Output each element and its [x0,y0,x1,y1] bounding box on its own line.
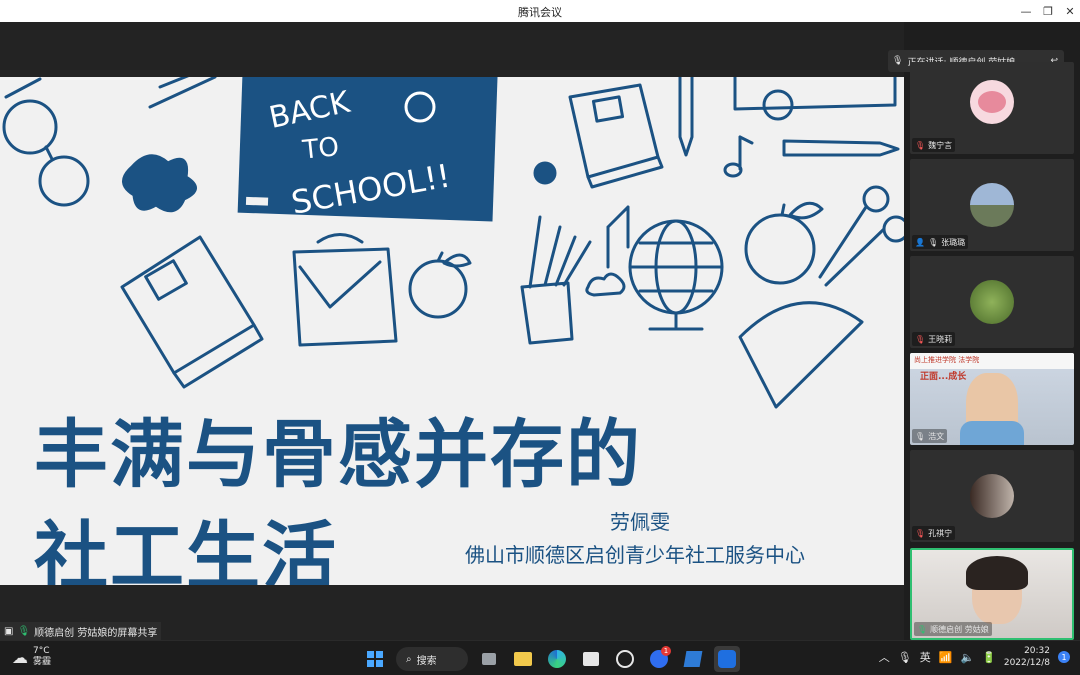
avatar [970,80,1014,124]
avatar [970,474,1014,518]
presentation-slide: BACK TO SCHOOL!! 丰满与骨感并存的 社工生活 劳佩雯 佛山市顺德… [0,77,904,585]
participant-tile-4[interactable]: 尚上推进学院 法学院 正面...成长 🎙 浩文 [910,353,1074,445]
participant-tile-1[interactable]: 🎙 魏宁言 [910,62,1074,154]
wifi-icon[interactable]: 📶 [939,651,953,664]
weather-desc: 雾霾 [33,657,52,667]
participant-nameplate: 🎙 浩文 [912,429,948,443]
video-banner-slogan: 正面...成长 [920,372,967,382]
slide-title-line1: 丰满与骨感并存的 [34,412,642,498]
close-button[interactable]: ✕ [1056,0,1080,22]
participant-tile-6[interactable]: 🎙 顺德启创 劳姑娘 [910,548,1074,640]
participant-tile-3[interactable]: 🎙 王晓莉 [910,256,1074,348]
screen-share-icon: ▣ [4,625,14,637]
slide-title-line2: 社工生活 [34,514,338,585]
share-label-text: 顺德启创 劳姑娘的屏幕共享 [34,627,158,639]
participant-nameplate: 👤 🎙 张璐璐 [912,235,969,249]
start-button[interactable] [362,646,388,672]
slide-author: 劳佩雯 [610,510,670,534]
mic-icon: 🎙 [17,625,31,637]
app-icon[interactable] [680,646,706,672]
cloud-icon: ☁ [12,647,28,667]
video-banner: 尚上推进学院 法学院 [910,353,1074,369]
tencent-meeting-icon[interactable] [714,646,740,672]
clock-date: 2022/12/8 [1003,658,1050,668]
file-explorer-icon[interactable] [510,646,536,672]
store-icon[interactable] [578,646,604,672]
participant-nameplate: 🎙 孔祺宁 [912,526,956,540]
avatar [970,183,1014,227]
windows-logo-icon [367,651,383,667]
mic-icon[interactable]: 🎙 [898,651,912,664]
participant-panel: 🎙 魏宁言 👤 🎙 张璐璐 🎙 王晓莉 尚上推进学院 法学院 正面...成长 🎙 浩文 🎙… [904,40,1080,640]
screen-share-label[interactable]: ▣ 🎙 顺德启创 劳姑娘的屏幕共享 [0,622,162,640]
task-view-icon[interactable] [476,646,502,672]
chalkboard-text-to: TO [300,132,340,166]
participant-nameplate: 🎙 顺德启创 劳姑娘 [914,622,992,636]
ime-indicator[interactable]: 英 [920,649,931,665]
system-clock[interactable]: 20:32 2022/12/8 [1004,645,1050,669]
meeting-area: BACK TO SCHOOL!! 丰满与骨感并存的 社工生活 劳佩雯 佛山市顺德… [0,22,1080,640]
taskbar-search[interactable]: ⌕ 搜索 [396,647,468,671]
notification-center-badge[interactable]: 1 [1058,651,1070,663]
chevron-up-icon[interactable]: ︿ [879,649,890,665]
clock-time: 20:32 [1024,646,1050,656]
volume-icon[interactable]: 🔈 [960,651,974,664]
search-label: 搜索 [416,655,437,667]
slide-organization: 佛山市顺德区启创青少年社工服务中心 [465,543,805,567]
participant-tile-5[interactable]: 🎙 孔祺宁 [910,450,1074,542]
weather-temp: 7°C [33,646,50,656]
edge-browser-icon[interactable] [544,646,570,672]
shared-screen-stage: BACK TO SCHOOL!! 丰满与骨感并存的 社工生活 劳佩雯 佛山市顺德… [0,22,904,640]
window-title: 腾讯会议 [518,6,562,19]
windows-taskbar: ☁ 7°C 雾霾 ⌕ 搜索 1 ︿ 🎙 英 📶 🔈 🔋 20:32 2022/1… [0,640,1080,675]
mic-icon: 🎙 [892,56,904,66]
window-title-bar: 腾讯会议 — ❐ ✕ [0,0,1080,22]
notification-badge: 1 [661,646,671,656]
avatar [970,280,1014,324]
app-icon-with-badge[interactable]: 1 [646,646,672,672]
app-icon[interactable] [612,646,638,672]
participant-nameplate: 🎙 王晓莉 [912,332,956,346]
search-icon: ⌕ [406,653,412,665]
battery-icon[interactable]: 🔋 [982,651,996,664]
participant-tile-2[interactable]: 👤 🎙 张璐璐 [910,159,1074,251]
weather-widget[interactable]: ☁ 7°C 雾霾 [12,646,51,668]
participant-nameplate: 🎙 魏宁言 [912,138,956,152]
